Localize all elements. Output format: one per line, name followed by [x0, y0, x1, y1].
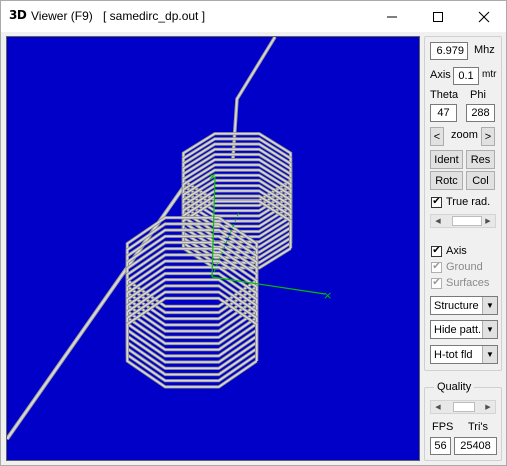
close-button[interactable] — [461, 1, 507, 32]
minimize-icon — [387, 16, 397, 17]
surfaces-check-label: Surfaces — [446, 277, 490, 289]
axis-check-label: Axis — [446, 245, 467, 257]
minimize-button[interactable] — [369, 1, 415, 32]
ident-button[interactable]: Ident — [430, 150, 463, 169]
checkmark-icon: ✔ — [431, 277, 442, 289]
slider-track[interactable] — [445, 215, 482, 227]
fps-value: 56 — [430, 437, 451, 455]
frequency-field[interactable]: 6.979 — [430, 42, 468, 60]
arrow-right-icon[interactable]: ▶ — [481, 401, 495, 413]
tris-value: 25408 — [454, 437, 497, 455]
chevron-down-icon[interactable]: ▼ — [482, 321, 497, 338]
axis-length-field[interactable]: 0.1 — [453, 67, 479, 85]
window-title: Viewer (F9) — [31, 9, 93, 23]
pattern-dropdown-value: Hide patt. — [434, 323, 482, 336]
tris-label: Tri's — [468, 421, 489, 433]
field-dropdown[interactable]: H-tot fld ▼ — [430, 345, 498, 364]
zoom-in-button[interactable]: > — [481, 127, 495, 146]
ground-check-label: Ground — [446, 261, 483, 273]
theta-label: Theta — [430, 89, 459, 101]
true-rad-checkbox[interactable]: ✔ True rad. — [431, 195, 490, 209]
lower-coil — [125, 216, 259, 389]
pattern-dropdown[interactable]: Hide patt. ▼ — [430, 320, 498, 339]
fps-label: FPS — [432, 421, 454, 433]
res-button[interactable]: Res — [466, 150, 495, 169]
chevron-down-icon[interactable]: ▼ — [482, 346, 497, 363]
checkmark-icon: ✔ — [431, 261, 442, 273]
viewer-window: 3D Viewer (F9) [ samedirc_dp.out ] × × 6.… — [0, 0, 507, 466]
chevron-down-icon[interactable]: ▼ — [482, 297, 497, 314]
close-icon — [478, 11, 490, 22]
structure-dropdown-value: Structure — [434, 299, 479, 312]
maximize-icon — [433, 11, 443, 22]
maximize-button[interactable] — [415, 1, 461, 32]
app-3d-icon: 3D — [9, 8, 27, 22]
axis-unit-label: mtr — [482, 69, 497, 80]
phi-field[interactable]: 288 — [466, 104, 495, 122]
slider-thumb[interactable] — [452, 216, 482, 226]
ground-checkbox[interactable]: ✔ Ground — [431, 260, 483, 274]
arrow-right-icon[interactable]: ▶ — [481, 215, 495, 227]
axis-checkbox[interactable]: ✔ Axis — [431, 244, 467, 258]
structure-dropdown[interactable]: Structure ▼ — [430, 296, 498, 315]
quality-label: Quality — [434, 381, 475, 393]
col-button[interactable]: Col — [466, 171, 495, 190]
slider-track[interactable] — [445, 401, 481, 413]
zoom-out-button[interactable]: < — [430, 127, 444, 146]
slider-thumb[interactable] — [453, 402, 475, 412]
true-rad-slider[interactable]: ◀ ▶ — [430, 214, 496, 228]
control-panel: 6.979 Mhz Axis 0.1 mtr Theta Phi 47 288 … — [424, 36, 504, 461]
arrow-left-icon[interactable]: ◀ — [431, 215, 445, 227]
z-axis-marker: × — [208, 170, 217, 183]
quality-slider[interactable]: ◀ ▶ — [430, 400, 496, 414]
axis-label: Axis — [430, 69, 451, 81]
surfaces-checkbox[interactable]: ✔ Surfaces — [431, 276, 489, 290]
window-file-name: [ samedirc_dp.out ] — [103, 9, 206, 23]
phi-label: Phi — [470, 89, 486, 101]
checkmark-icon: ✔ — [431, 245, 442, 257]
rotc-button[interactable]: Rotc — [430, 171, 463, 190]
x-axis-marker: × — [323, 289, 332, 302]
true-rad-label: True rad. — [446, 196, 491, 208]
antenna-wire-model[interactable]: ×× — [7, 37, 420, 461]
frequency-unit-label: Mhz — [474, 44, 495, 56]
zoom-label: zoom — [451, 129, 478, 141]
field-dropdown-value: H-tot fld — [434, 348, 473, 361]
arrow-left-icon[interactable]: ◀ — [431, 401, 445, 413]
theta-field[interactable]: 47 — [430, 104, 457, 122]
3d-viewport[interactable]: × × — [6, 36, 420, 461]
checkmark-icon: ✔ — [431, 196, 442, 208]
title-bar[interactable]: 3D Viewer (F9) [ samedirc_dp.out ] — [1, 1, 506, 32]
